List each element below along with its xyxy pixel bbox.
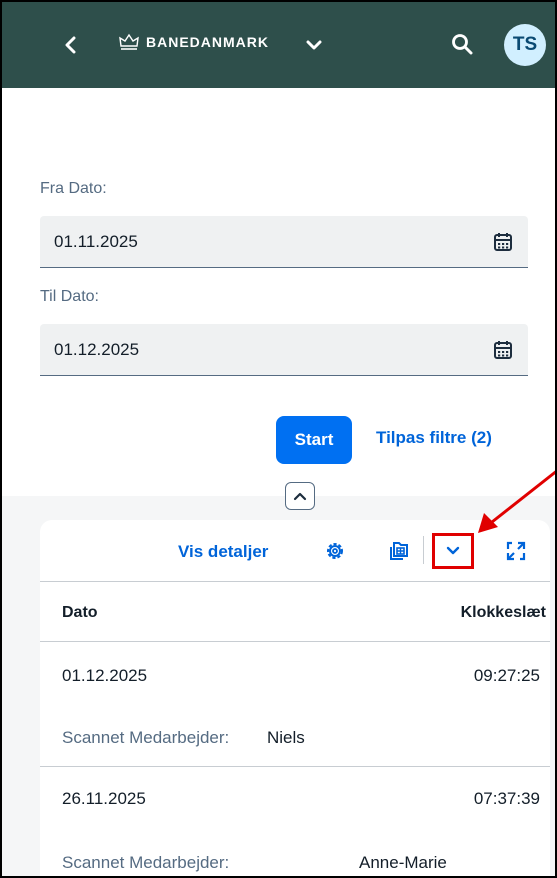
fra-dato-input[interactable]: 01.11.2025 — [40, 216, 528, 268]
adapt-filters-button[interactable]: Tilpas filtre (2) — [376, 428, 492, 448]
row-value: Niels — [267, 728, 305, 747]
row-date: 01.12.2025 — [62, 666, 148, 685]
settings-icon — [327, 543, 343, 559]
row-time: 07:37:39 — [473, 789, 540, 808]
calendar-icon[interactable] — [492, 231, 514, 253]
start-button[interactable]: Start — [276, 416, 352, 464]
column-klokkeslaet[interactable]: Klokkeslæt — [461, 604, 546, 622]
fra-dato-label: Fra Dato: — [40, 180, 107, 197]
chevron-left-icon — [65, 36, 76, 54]
row-label: Scannet Medarbejder: — [62, 853, 230, 872]
toolbar-separator — [423, 536, 424, 564]
shell-header: BANEDANMARK TS — [2, 2, 555, 88]
chevron-down-icon — [306, 40, 322, 50]
row-time: 09:27:25 — [473, 666, 540, 685]
search-button[interactable] — [444, 26, 480, 62]
export-icon — [390, 542, 408, 560]
calendar-icon[interactable] — [492, 339, 514, 361]
show-details-button[interactable]: Vis detaljer — [178, 542, 268, 562]
column-dato[interactable]: Dato — [62, 604, 98, 622]
row-value: Anne-Marie — [359, 853, 447, 872]
app-frame: BANEDANMARK TS Fra Dato: 01.11.2025 Til … — [0, 0, 557, 878]
export-button[interactable] — [386, 538, 412, 564]
user-avatar[interactable]: TS — [504, 24, 546, 66]
fullscreen-icon — [506, 541, 526, 561]
table-column-header: Dato Klokkeslæt — [40, 582, 550, 642]
app-menu-button[interactable] — [297, 28, 331, 62]
row-date: 26.11.2025 — [62, 789, 146, 808]
til-dato-value: 01.12.2025 — [54, 339, 140, 359]
collapse-header-button[interactable] — [285, 482, 315, 510]
banedanmark-logo[interactable]: BANEDANMARK — [118, 32, 269, 52]
back-button[interactable] — [54, 28, 88, 62]
crown-icon — [119, 33, 139, 50]
search-icon — [452, 34, 473, 55]
til-dato-input[interactable]: 01.12.2025 — [40, 324, 528, 376]
til-dato-label: Til Dato: — [40, 288, 99, 305]
logo-text: BANEDANMARK — [146, 34, 269, 50]
row-label: Scannet Medarbejder: — [62, 728, 230, 747]
settings-button[interactable] — [322, 538, 348, 564]
table-toolbar: Vis detaljer — [40, 520, 550, 582]
chevron-up-icon — [293, 492, 307, 501]
results-table-card: Vis detaljer Dato Klokkeslæt 01.12.2025 … — [40, 520, 550, 876]
fullscreen-button[interactable] — [503, 538, 529, 564]
table-row[interactable]: 01.12.2025 09:27:25 Scannet Medarbejder:… — [40, 642, 550, 767]
filter-bar: Fra Dato: 01.11.2025 Til Dato: 01.12.202… — [2, 88, 555, 496]
fra-dato-value: 01.11.2025 — [54, 231, 138, 251]
highlight-box — [432, 533, 474, 569]
table-row[interactable]: 26.11.2025 07:37:39 Scannet Medarbejder:… — [40, 767, 550, 876]
